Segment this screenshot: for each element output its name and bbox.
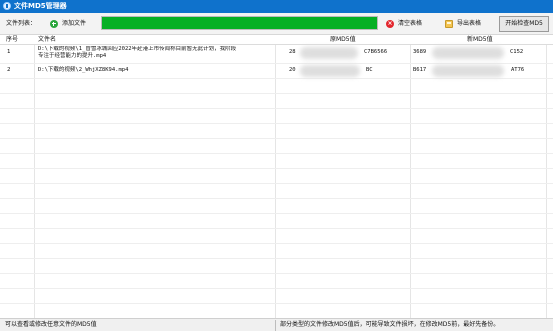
export-table-button[interactable]: 导出表格	[445, 18, 481, 30]
table-header: 序号 文件名 原MD5值 新MD5值	[0, 35, 553, 45]
add-file-button[interactable]: 添加文件	[50, 18, 86, 30]
redaction-blur	[432, 65, 504, 77]
file-table[interactable]: 序号 文件名 原MD5值 新MD5值 1 D:\下载的视频\1_冒雪冰城回应20…	[0, 35, 553, 318]
row-new-md5-head: B617	[413, 67, 427, 73]
redaction-blur	[432, 47, 504, 59]
header-filename[interactable]: 文件名	[38, 36, 56, 44]
row-new-md5-head: 3689	[413, 49, 427, 55]
table-row[interactable]: 1 D:\下载的视频\1_冒雪冰城回应2022年赴港上市传闻称目前暂无此计划，我…	[0, 45, 553, 63]
status-bar: 可以查看或修改任意文件的MD5值 部分类型的文件修改MD5值后，可能导致文件损坏…	[0, 318, 553, 331]
title-bar: 文件MD5管理器	[0, 0, 553, 13]
toolbar: 文件列表： 添加文件 × 清空表格 导出表格 开始检查MD5	[0, 13, 553, 35]
file-list-label: 文件列表：	[6, 20, 37, 27]
app-icon	[3, 2, 11, 10]
row-filename-line2: 专注于经营能力的提升.mp4	[38, 53, 107, 59]
start-check-md5-button[interactable]: 开始检查MD5	[499, 16, 549, 32]
row-orig-md5-tail: BC	[366, 67, 373, 73]
status-warning-right: 部分类型的文件修改MD5值后，可能导致文件损坏，在修改MD5前，最好先备份。	[280, 321, 500, 328]
folder-icon	[445, 20, 453, 28]
redaction-blur	[300, 65, 360, 77]
status-hint-left: 可以查看或修改任意文件的MD5值	[5, 321, 97, 328]
add-file-label: 添加文件	[62, 20, 87, 27]
header-seq[interactable]: 序号	[6, 36, 18, 44]
clear-icon: ×	[386, 20, 394, 28]
header-new-md5[interactable]: 新MD5值	[467, 36, 493, 44]
row-seq: 2	[7, 67, 11, 73]
window-title: 文件MD5管理器	[14, 2, 67, 10]
status-divider	[275, 320, 276, 331]
add-icon	[50, 20, 58, 28]
row-filename-line1: D:\下载的视频\1_冒雪冰城回应2022年赴港上市传闻称目前暂无此计划，我阶段	[38, 46, 237, 52]
progress-bar	[101, 16, 378, 30]
clear-table-label[interactable]: 清空表格	[398, 20, 422, 27]
row-orig-md5-tail: C7B6566	[364, 49, 388, 55]
export-table-label[interactable]: 导出表格	[457, 20, 481, 27]
row-orig-md5-head: 28	[289, 49, 296, 55]
progress-fill	[102, 17, 377, 29]
redaction-blur	[300, 47, 358, 59]
row-new-md5-tail: AT76	[511, 67, 525, 73]
header-orig-md5[interactable]: 原MD5值	[330, 36, 356, 44]
clear-table-button[interactable]: × 清空表格	[386, 18, 422, 30]
row-orig-md5-head: 20	[289, 67, 296, 73]
row-filename-line1: D:\下载的视频\2_WhjXZ8K94.mp4	[38, 67, 129, 73]
row-seq: 1	[7, 49, 11, 55]
table-row[interactable]: 2 D:\下载的视频\2_WhjXZ8K94.mp4 20 BC B617 AT…	[0, 63, 553, 78]
row-new-md5-tail: C152	[510, 49, 524, 55]
